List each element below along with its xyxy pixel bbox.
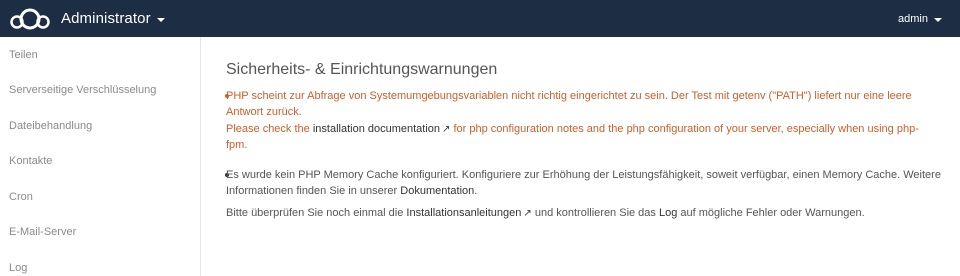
- app-title: Administrator: [61, 10, 151, 27]
- warning-text: for php configuration notes and the php …: [453, 123, 919, 135]
- link-label: installation documentation: [312, 123, 441, 135]
- user-name: admin: [898, 12, 928, 25]
- warning-text: Please check the: [226, 123, 310, 135]
- warning-text-line: Please check the installation documentat…: [226, 122, 919, 138]
- documentation-link[interactable]: Dokumentation: [400, 185, 474, 197]
- warning-text: Antwort zurück.: [226, 106, 302, 118]
- user-menu-toggle[interactable]: admin: [898, 0, 942, 37]
- footer-text: Bitte überprüfen Sie noch einmal die: [226, 207, 404, 219]
- footer-text: und kontrollieren Sie das: [534, 207, 656, 219]
- installation-guides-link[interactable]: Installationsanleitungen ↗: [406, 207, 531, 219]
- sidebar-item-file-handling[interactable]: Dateibehandlung: [9, 120, 92, 132]
- warning-text: fpm.: [226, 139, 248, 151]
- warning-text: PHP scheint zur Abfrage von Systemumgebu…: [226, 90, 912, 102]
- cloud-logo-icon[interactable]: [9, 7, 51, 31]
- warning-text-line: Informationen finden Sie in unserer Doku…: [226, 184, 477, 200]
- sidebar-item-email-server[interactable]: E-Mail-Server: [9, 226, 76, 238]
- top-bar: Administrator admin: [0, 0, 960, 37]
- sidebar-item-log[interactable]: Log: [9, 262, 27, 274]
- warning-text: Es wurde kein PHP Memory Cache konfiguri…: [226, 169, 941, 181]
- sidebar-item-teilen[interactable]: Teilen: [9, 49, 38, 61]
- log-link[interactable]: Log: [659, 207, 677, 219]
- link-label: Installationsanleitungen: [406, 207, 522, 219]
- external-link-icon: ↗: [523, 208, 532, 219]
- external-link-icon: ↗: [442, 124, 451, 135]
- warning-text: Informationen finden Sie in unserer: [226, 185, 398, 197]
- footer-note: Bitte überprüfen Sie noch einmal die Ins…: [226, 207, 865, 219]
- caret-down-icon: [156, 17, 165, 22]
- sidebar-item-cron[interactable]: Cron: [9, 191, 33, 203]
- main-content: Sicherheits- & Einrichtungswarnungen PHP…: [202, 37, 960, 276]
- sidebar-item-contacts[interactable]: Kontakte: [9, 155, 52, 167]
- app-menu-toggle[interactable]: Administrator: [61, 0, 165, 37]
- sidebar-item-encryption[interactable]: Serverseitige Verschlüsselung: [9, 84, 156, 96]
- warning-text: .: [474, 185, 478, 197]
- footer-text: auf mögliche Fehler oder Warnungen.: [680, 207, 865, 219]
- sidebar: Teilen Serverseitige Verschlüsselung Dat…: [0, 37, 201, 276]
- caret-down-icon: [934, 17, 942, 22]
- section-title: Sicherheits- & Einrichtungswarnungen: [226, 61, 498, 78]
- installation-documentation-link[interactable]: installation documentation ↗: [313, 123, 451, 135]
